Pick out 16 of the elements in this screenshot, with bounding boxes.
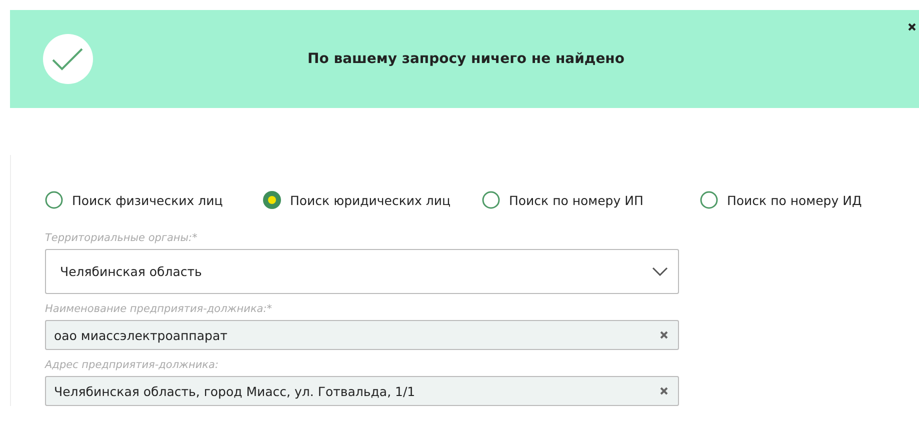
chevron-down-icon <box>652 267 668 276</box>
field-label: Адрес предприятия-должника: <box>45 359 220 371</box>
clear-icon[interactable] <box>660 387 668 395</box>
field-label: Наименование предприятия-должника:* <box>45 303 274 315</box>
search-mode-radio[interactable]: Поиск юридических лиц <box>263 191 482 209</box>
search-mode-radio[interactable]: Поиск по номеру ИД <box>700 191 900 209</box>
input-field[interactable]: оао миассэлектроаппарат <box>45 320 679 350</box>
region-select[interactable]: Челябинская область <box>45 249 679 294</box>
search-mode-radio[interactable]: Поиск по номеру ИП <box>482 191 700 209</box>
field-label: Территориальные органы:* <box>45 232 198 244</box>
clear-icon[interactable] <box>660 331 668 339</box>
search-mode-radio[interactable]: Поиск физических лиц <box>45 191 263 209</box>
check-icon <box>43 34 93 84</box>
close-icon[interactable] <box>908 23 916 31</box>
notice-message: По вашему запросу ничего не найдено <box>306 51 626 67</box>
input-field[interactable]: Челябинская область, город Миасс, ул. Готвальда, 1/1 <box>45 376 679 406</box>
